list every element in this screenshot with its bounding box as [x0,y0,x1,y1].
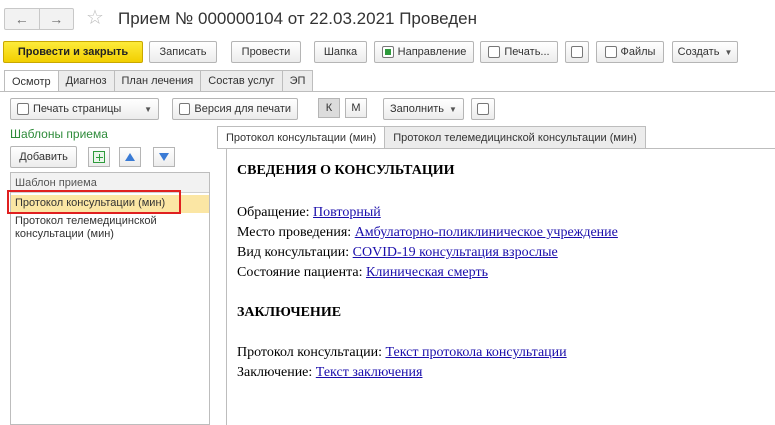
fill-label: Заполнить [390,103,445,115]
tab-services[interactable]: Состав услуг [200,70,283,91]
print-version-button[interactable]: Версия для печати [172,98,298,120]
field-label: Состояние пациента: [237,265,366,280]
toggle-m[interactable]: М [345,98,367,118]
table-settings-button[interactable] [471,98,495,120]
report-icon [571,46,583,58]
create-label: Создать [677,46,720,58]
field-protocol: Протокол консультации: Текст протокола к… [237,345,567,361]
field-appeal: Обращение: Повторный [237,205,381,221]
add-template-button[interactable]: Добавить [10,146,77,168]
secondary-toolbar: Печать страницы ▼ Версия для печати К М … [0,96,775,122]
section-heading-info: СВЕДЕНИЯ О КОНСУЛЬТАЦИИ [237,163,455,178]
field-link[interactable]: Повторный [313,205,381,220]
tab-treatment-plan[interactable]: План лечения [113,70,202,91]
field-consult-type: Вид консультации: COVID-19 консультация … [237,245,558,261]
print-button[interactable]: Печать... [480,41,558,63]
post-and-close-button[interactable]: Провести и закрыть [3,41,143,63]
chevron-down-icon: ▼ [449,104,457,114]
arrow-up-icon [125,153,135,161]
files-button[interactable]: Файлы [596,41,664,63]
field-label: Обращение: [237,205,314,220]
create-button[interactable]: Создать ▼ [672,41,738,63]
list-item[interactable]: Протокол консультации (мин) [11,195,209,213]
field-link[interactable]: Клиническая смерть [366,265,488,280]
post-button[interactable]: Провести [231,41,301,63]
arrow-down-icon [159,153,169,161]
back-button[interactable]: ← [5,9,39,29]
paperclip-icon [604,46,617,58]
print-page-button[interactable]: Печать страницы ▼ [10,98,159,120]
tab-divider [0,91,775,92]
chevron-down-icon: ▼ [144,104,152,114]
document-tabs: Протокол консультации (мин) Протокол тел… [217,126,646,148]
chevron-down-icon: ▼ [724,47,733,57]
tab-examination[interactable]: Осмотр [4,70,59,92]
list-item[interactable]: Протокол телемедицинской консультации (м… [11,213,209,243]
field-label: Место проведения: [237,225,355,240]
table-icon [477,103,489,115]
print-page-label: Печать страницы [33,103,122,115]
field-place: Место проведения: Амбулаторно-поликлинич… [237,225,618,241]
templates-title: Шаблоны приема [10,127,108,141]
toggle-k[interactable]: К [318,98,340,118]
fill-button[interactable]: Заполнить ▼ [383,98,464,120]
tab-telemedicine-protocol[interactable]: Протокол телемедицинской консультации (м… [384,126,646,148]
save-button[interactable]: Записать [149,41,217,63]
field-link[interactable]: COVID-19 консультация взрослые [353,245,558,260]
print-label: Печать... [504,46,550,58]
main-toolbar: Провести и закрыть Записать Провести Шап… [0,40,775,66]
tab-consultation-protocol[interactable]: Протокол консультации (мин) [217,126,386,148]
move-down-button[interactable] [153,147,175,167]
list-column-header: Шаблон приема [11,173,209,193]
plus-icon [93,151,105,163]
report-button[interactable] [565,41,589,63]
files-label: Файлы [620,46,656,58]
forward-button[interactable]: → [38,9,74,29]
nav-buttons: ← → [4,8,74,30]
field-conclusion: Заключение: Текст заключения [237,365,422,381]
direction-label: Направление [397,46,467,58]
printer-icon [488,46,501,58]
title-bar: ← → ☆ Прием № 000000104 от 22.03.2021 Пр… [0,0,775,38]
field-link[interactable]: Текст протокола консультации [385,345,566,360]
document-icon [179,103,191,115]
field-label: Протокол консультации: [237,345,386,360]
direction-button[interactable]: Направление [374,41,474,63]
add-row-button[interactable] [88,147,110,167]
print-version-label: Версия для печати [194,103,291,115]
move-up-button[interactable] [119,147,141,167]
document-panel [226,148,775,425]
field-link[interactable]: Амбулаторно-поликлиническое учреждение [355,225,618,240]
templates-list: Шаблон приема Протокол консультации (мин… [10,172,210,425]
favorite-star-icon[interactable]: ☆ [86,8,104,28]
field-link[interactable]: Текст заключения [316,365,423,380]
field-label: Вид консультации: [237,245,353,260]
header-button[interactable]: Шапка [314,41,367,63]
field-label: Заключение: [237,365,316,380]
tab-signature[interactable]: ЭП [281,70,314,91]
section-heading-conclusion: ЗАКЛЮЧЕНИЕ [237,305,342,320]
form-tabs: Осмотр Диагноз План лечения Состав услуг… [4,70,314,92]
tab-diagnosis[interactable]: Диагноз [57,70,115,91]
direction-icon [381,46,394,58]
field-patient-state: Состояние пациента: Клиническая смерть [237,265,488,281]
printer-icon [17,103,29,115]
page-title: Прием № 000000104 от 22.03.2021 Проведен [118,9,478,28]
